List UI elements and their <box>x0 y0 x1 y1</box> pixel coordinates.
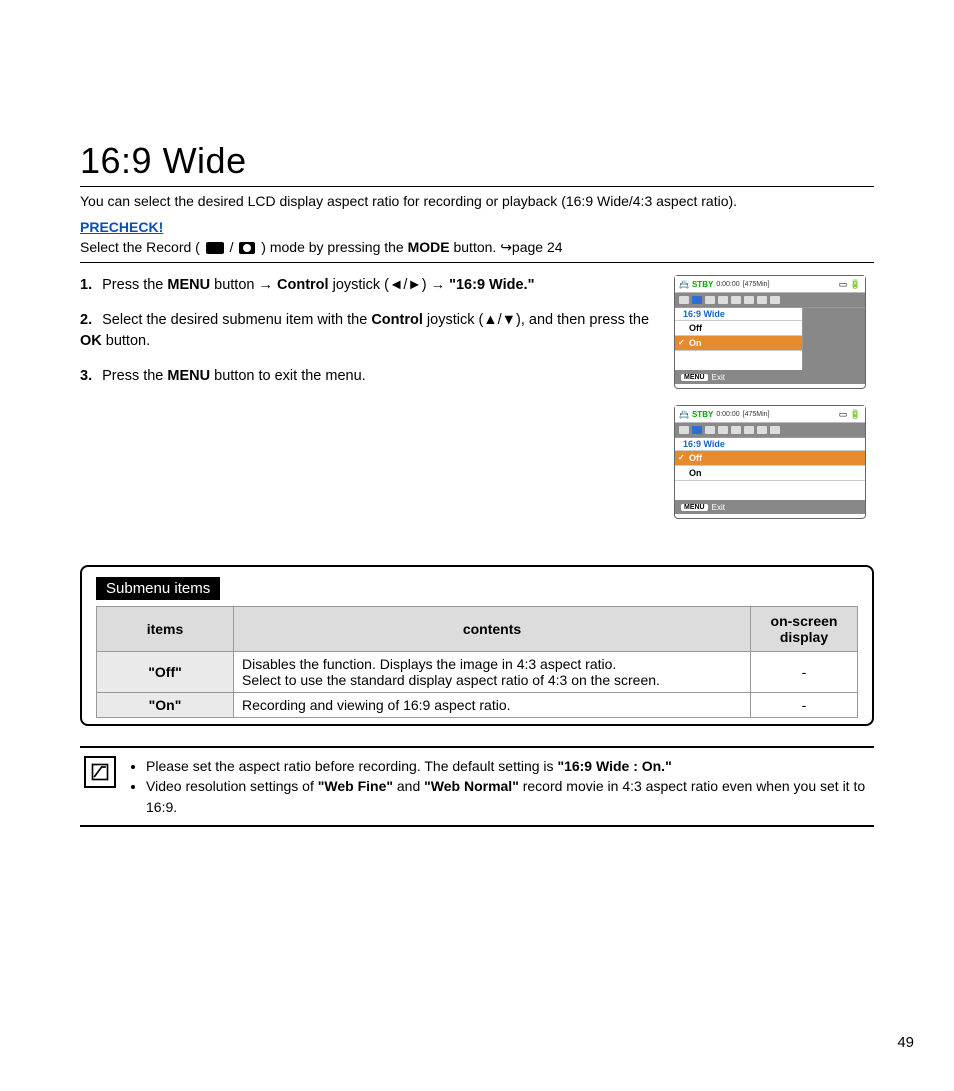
step-num: 3. <box>80 368 92 384</box>
osd-min: [475Min] <box>743 411 770 418</box>
precheck-text-before: Select the Record ( <box>80 239 200 255</box>
osd-item-off: Off <box>675 451 865 466</box>
submenu-label: Submenu items <box>96 577 220 600</box>
row-content: Disables the function. Displays the imag… <box>234 652 751 693</box>
page-ref: page 24 <box>512 239 563 255</box>
osd-menu-label: MENU <box>681 504 708 511</box>
row-item: "On" <box>97 693 234 718</box>
precheck-line: Select the Record ( / ) mode by pressing… <box>80 239 874 256</box>
card-icon: 📇 <box>679 410 689 419</box>
osd-time: 0:00:00 <box>716 411 739 418</box>
osd-preview <box>802 308 865 370</box>
row-content: Recording and viewing of 16:9 aspect rat… <box>234 693 751 718</box>
camera-icon <box>239 242 255 254</box>
title-rule <box>80 186 874 187</box>
submenu-box: Submenu items items contents on-screen d… <box>80 565 874 726</box>
page-number: 49 <box>897 1034 914 1051</box>
steps-list: 1. Press the MENU button → Control joyst… <box>80 275 654 401</box>
osd-item-on: On <box>675 466 865 481</box>
step-num: 1. <box>80 277 92 293</box>
th-contents: contents <box>234 607 751 652</box>
precheck-rule <box>80 262 874 263</box>
note-list: Please set the aspect ratio before recor… <box>128 756 870 817</box>
osd-exit-label: Exit <box>712 503 725 512</box>
osd-screenshots: 📇 STBY 0:00:00 [475Min] ▭ 🔋 16:9 Wide Of… <box>674 275 874 535</box>
card-icon: 📇 <box>679 280 689 289</box>
osd-menu-title: 16:9 Wide <box>675 438 865 451</box>
mode-word: MODE <box>408 239 450 255</box>
osd-screen-1: 📇 STBY 0:00:00 [475Min] ▭ 🔋 16:9 Wide Of… <box>674 275 866 389</box>
osd-icon-row <box>675 423 865 437</box>
osd-exit-label: Exit <box>712 373 725 382</box>
th-osd: on-screen display <box>751 607 858 652</box>
osd-time: 0:00:00 <box>716 281 739 288</box>
note-box: Please set the aspect ratio before recor… <box>80 746 874 827</box>
battery-icon: ▭ 🔋 <box>839 279 861 290</box>
intro-text: You can select the desired LCD display a… <box>80 193 874 209</box>
battery-icon: ▭ 🔋 <box>839 409 861 420</box>
precheck-label: PRECHECK! <box>80 219 874 235</box>
table-row: "Off" Disables the function. Displays th… <box>97 652 858 693</box>
page-title: 16:9 Wide <box>80 140 874 182</box>
osd-icon-row <box>675 293 865 307</box>
precheck-after-icons: ) mode by pressing the <box>261 239 407 255</box>
step-1: 1. Press the MENU button → Control joyst… <box>80 275 654 296</box>
note-item: Video resolution settings of "Web Fine" … <box>146 776 870 817</box>
stby-label: STBY <box>692 280 713 289</box>
submenu-table: items contents on-screen display "Off" D… <box>96 606 858 718</box>
osd-menu-label: MENU <box>681 374 708 381</box>
stby-label: STBY <box>692 410 713 419</box>
note-item: Please set the aspect ratio before recor… <box>146 756 870 776</box>
step-2: 2. Select the desired submenu item with … <box>80 310 654 352</box>
precheck-sep: / <box>230 239 238 255</box>
row-item: "Off" <box>97 652 234 693</box>
osd-min: [475Min] <box>743 281 770 288</box>
arrow-icon: ↪ <box>500 239 512 255</box>
precheck-after: button. <box>453 239 500 255</box>
step-3: 3. Press the MENU button to exit the men… <box>80 366 654 387</box>
note-icon <box>84 756 116 788</box>
row-osd: - <box>751 693 858 718</box>
th-items: items <box>97 607 234 652</box>
step-num: 2. <box>80 312 92 328</box>
row-osd: - <box>751 652 858 693</box>
table-row: "On" Recording and viewing of 16:9 aspec… <box>97 693 858 718</box>
videocam-icon <box>206 242 224 254</box>
osd-screen-2: 📇 STBY 0:00:00 [475Min] ▭ 🔋 16:9 Wide Of… <box>674 405 866 519</box>
